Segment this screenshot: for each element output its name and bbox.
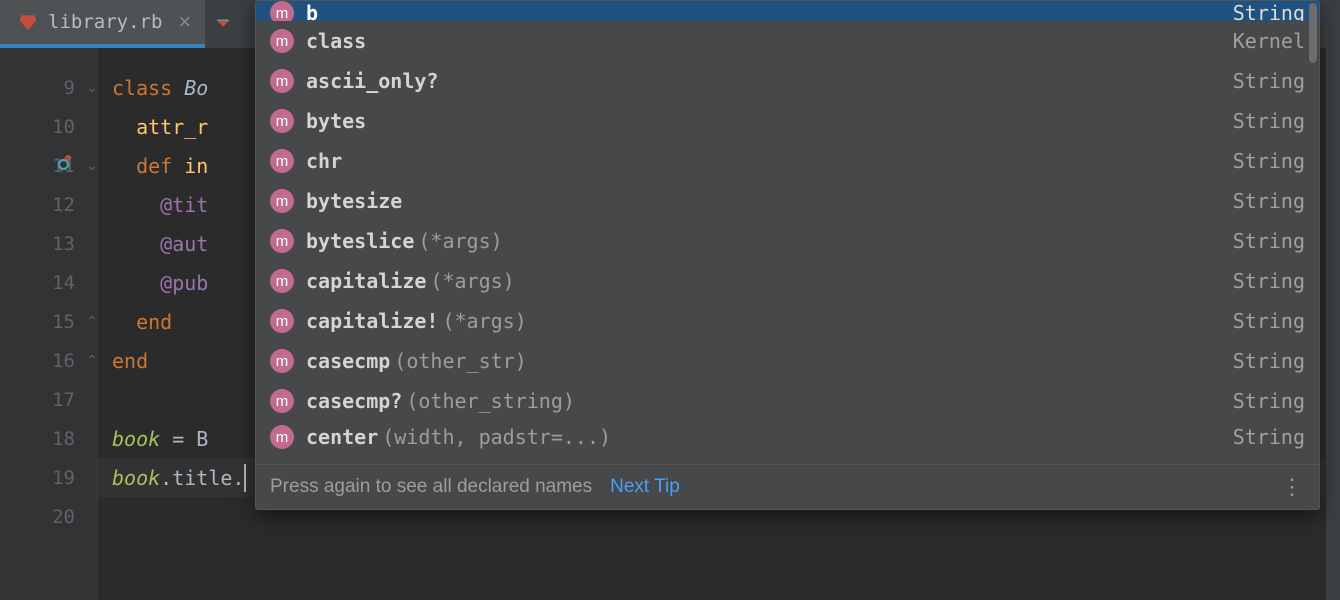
completion-name: chr <box>306 149 342 173</box>
method-icon: m <box>270 229 294 253</box>
completion-item[interactable]: mbytes String <box>256 101 1319 141</box>
completion-type: String <box>1233 1 1305 21</box>
method-icon: m <box>270 1 294 21</box>
file-tab[interactable]: library.rb × <box>0 0 205 48</box>
method-icon: m <box>270 29 294 53</box>
method-icon: m <box>270 349 294 373</box>
line-number: 12 <box>0 185 97 224</box>
method-icon: m <box>270 189 294 213</box>
completion-args: (*args) <box>430 269 514 293</box>
completion-type: String <box>1233 229 1305 253</box>
line-number: 20 <box>0 497 97 536</box>
completion-args: (*args) <box>418 229 502 253</box>
completion-name: bytes <box>306 109 366 133</box>
override-marker-icon[interactable] <box>56 154 74 177</box>
completion-name: b <box>306 1 318 21</box>
completion-type: String <box>1233 109 1305 133</box>
line-number: 10 <box>0 107 97 146</box>
completion-item[interactable]: mchr String <box>256 141 1319 181</box>
completion-type: String <box>1233 309 1305 333</box>
completion-item[interactable]: mb String <box>256 1 1319 21</box>
method-icon: m <box>270 269 294 293</box>
fold-close-icon[interactable]: ⌃ <box>80 313 98 330</box>
method-icon: m <box>270 69 294 93</box>
completion-type: String <box>1233 425 1305 449</box>
line-number: 19 <box>0 458 97 497</box>
completion-type: String <box>1233 149 1305 173</box>
fold-open-icon[interactable]: ⌄ <box>80 79 98 96</box>
close-tab-icon[interactable]: × <box>172 9 191 35</box>
line-number: 14 <box>0 263 97 302</box>
completion-name: center <box>306 425 378 449</box>
completion-item[interactable]: mcenter(width, padstr=...) String <box>256 421 1319 449</box>
completion-scrollbar[interactable] <box>1309 3 1317 63</box>
completion-name: capitalize! <box>306 309 438 333</box>
completion-name: ascii_only? <box>306 69 438 93</box>
tab-filename: library.rb <box>48 11 162 33</box>
method-icon: m <box>270 389 294 413</box>
completion-args: (other_str) <box>394 349 526 373</box>
tab-overflow-button[interactable] <box>205 0 241 48</box>
completion-name: bytesize <box>306 189 402 213</box>
completion-args: (other_string) <box>406 389 575 413</box>
next-tip-link[interactable]: Next Tip <box>610 476 680 498</box>
completion-args: (width, padstr=...) <box>382 425 611 449</box>
completion-item[interactable]: mclass Kernel <box>256 21 1319 61</box>
ruby-file-icon <box>18 12 38 32</box>
completion-list[interactable]: mbStringmclassKernelmascii_only?Stringmb… <box>256 1 1319 464</box>
completion-item[interactable]: m capitalize(*args) String <box>256 261 1319 301</box>
completion-name: casecmp? <box>306 389 402 413</box>
method-icon: m <box>270 109 294 133</box>
text-caret <box>244 464 246 492</box>
line-number: 18 <box>0 419 97 458</box>
completion-name: capitalize <box>306 269 426 293</box>
completion-hint: Press again to see all declared names <box>270 476 592 498</box>
completion-name: casecmp <box>306 349 390 373</box>
completion-item[interactable]: m capitalize!(*args) String <box>256 301 1319 341</box>
method-icon: m <box>270 149 294 173</box>
method-icon: m <box>270 309 294 333</box>
completion-type: String <box>1233 349 1305 373</box>
completion-popup: mbStringmclassKernelmascii_only?Stringmb… <box>255 0 1320 510</box>
line-number: 17 <box>0 380 97 419</box>
completion-name: class <box>306 29 366 53</box>
completion-args: (*args) <box>442 309 526 333</box>
editor-scrollbar[interactable] <box>1326 48 1340 600</box>
completion-item[interactable]: m casecmp?(other_string) String <box>256 381 1319 421</box>
completion-more-icon[interactable]: ⋮ <box>1281 474 1305 500</box>
completion-type: String <box>1233 69 1305 93</box>
fold-close-icon[interactable]: ⌃ <box>80 352 98 369</box>
completion-type: String <box>1233 269 1305 293</box>
completion-footer: Press again to see all declared names Ne… <box>256 464 1319 509</box>
completion-item[interactable]: m byteslice(*args) String <box>256 221 1319 261</box>
completion-type: Kernel <box>1233 29 1305 53</box>
completion-item[interactable]: m bytesize String <box>256 181 1319 221</box>
completion-item[interactable]: m casecmp(other_str) String <box>256 341 1319 381</box>
completion-name: byteslice <box>306 229 414 253</box>
method-icon: m <box>270 425 294 449</box>
completion-type: String <box>1233 389 1305 413</box>
fold-open-icon[interactable]: ⌄ <box>80 157 98 174</box>
line-number: 13 <box>0 224 97 263</box>
completion-item[interactable]: m ascii_only? String <box>256 61 1319 101</box>
completion-type: String <box>1233 189 1305 213</box>
